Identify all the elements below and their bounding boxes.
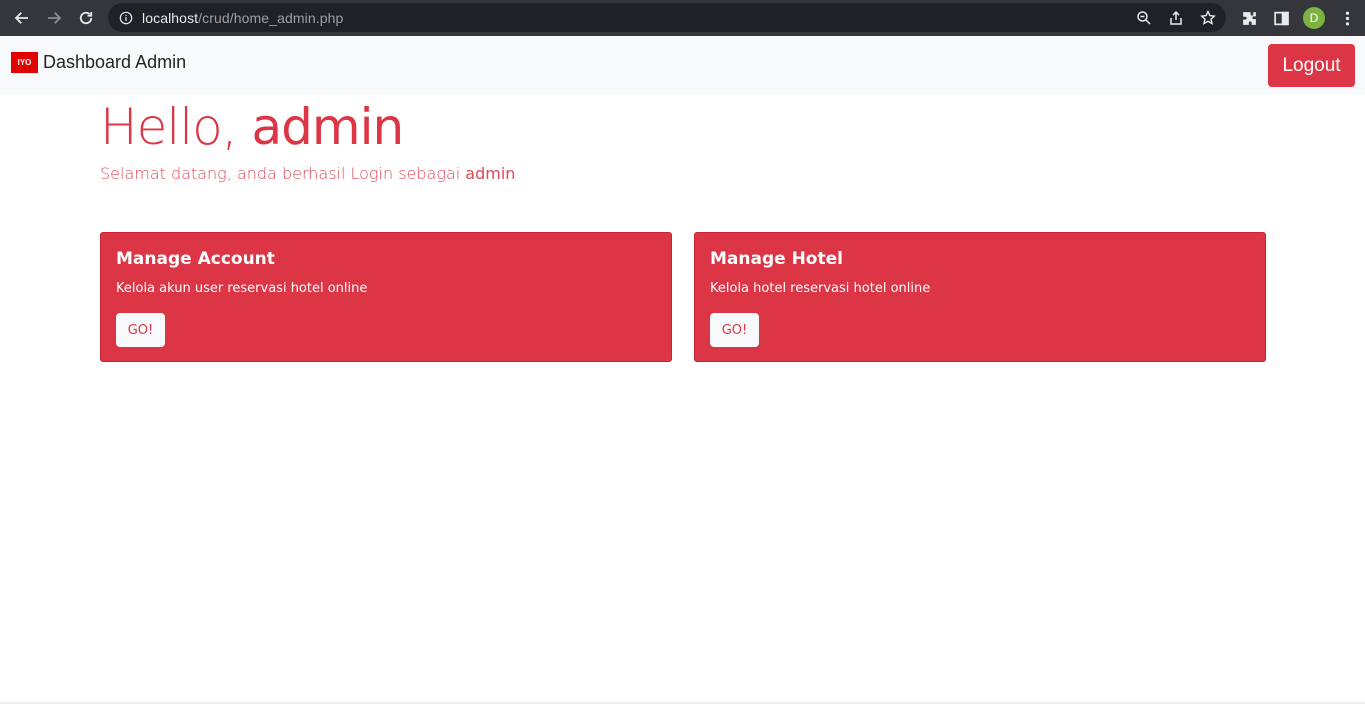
avatar[interactable]: D bbox=[1303, 7, 1325, 29]
reload-icon[interactable] bbox=[70, 2, 102, 34]
card-text: Kelola hotel reservasi hotel online bbox=[710, 281, 931, 296]
menu-icon[interactable] bbox=[1337, 8, 1357, 28]
navbar: IYO Dashboard Admin Logout bbox=[0, 36, 1365, 94]
manage-account-card: Manage Account Kelola akun user reservas… bbox=[100, 232, 672, 362]
manage-hotel-card: Manage Hotel Kelola hotel reservasi hote… bbox=[694, 232, 1266, 362]
logout-button[interactable]: Logout bbox=[1268, 44, 1355, 87]
zoom-icon[interactable] bbox=[1134, 8, 1154, 28]
forward-icon[interactable] bbox=[38, 2, 70, 34]
card-title: Manage Hotel bbox=[710, 249, 843, 269]
welcome-username: admin bbox=[465, 164, 516, 183]
greeting-username: admin bbox=[251, 98, 405, 156]
info-icon[interactable] bbox=[118, 10, 134, 26]
share-icon[interactable] bbox=[1166, 8, 1186, 28]
url-path: /crud/home_admin.php bbox=[198, 9, 344, 26]
manage-account-go-button[interactable]: GO! bbox=[116, 313, 165, 347]
address-bar[interactable]: localhost/crud/home_admin.php bbox=[108, 3, 1226, 32]
brand-link[interactable]: IYO Dashboard Admin bbox=[11, 52, 186, 73]
star-icon[interactable] bbox=[1198, 8, 1218, 28]
extensions-icon[interactable] bbox=[1239, 8, 1259, 28]
brand-title: Dashboard Admin bbox=[43, 52, 187, 72]
back-icon[interactable] bbox=[6, 2, 38, 34]
greeting-prefix: Hello, bbox=[100, 98, 252, 156]
logo: IYO bbox=[11, 52, 38, 73]
welcome-prefix: Selamat datang, anda berhasil Login seba… bbox=[100, 164, 466, 183]
card-text: Kelola akun user reservasi hotel online bbox=[116, 281, 368, 296]
manage-hotel-go-button[interactable]: GO! bbox=[710, 313, 759, 347]
card-title: Manage Account bbox=[116, 249, 275, 269]
url-host: localhost bbox=[142, 9, 199, 26]
welcome-message: Selamat datang, anda berhasil Login seba… bbox=[100, 164, 515, 183]
side-panel-icon[interactable] bbox=[1271, 8, 1291, 28]
browser-toolbar: localhost/crud/home_admin.php D bbox=[0, 0, 1365, 36]
url-text: localhost/crud/home_admin.php bbox=[142, 10, 343, 26]
page-title: Hello, admin bbox=[100, 98, 405, 156]
